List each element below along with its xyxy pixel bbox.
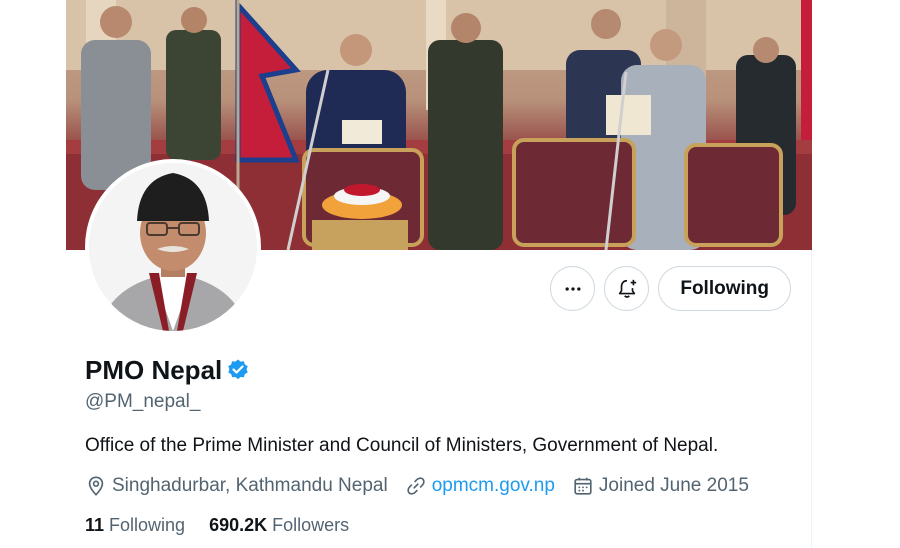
joined-text: Joined June 2015: [598, 475, 749, 496]
location-item: Singhadurbar, Kathmandu Nepal: [85, 473, 388, 499]
followers-count: 690.2K: [209, 515, 268, 535]
display-name: PMO Nepal: [85, 355, 223, 385]
website-link[interactable]: opmcm.gov.np: [432, 473, 555, 499]
notifications-button[interactable]: [604, 266, 650, 311]
joined-item: Joined June 2015: [572, 473, 749, 499]
verified-badge-icon[interactable]: [226, 358, 250, 382]
location-pin-icon: [88, 476, 104, 496]
profile-column: Following PMO Nepal @PM_nepal_ Office of…: [66, 0, 812, 548]
following-stat[interactable]: 11 Following: [85, 513, 185, 537]
following-count: 11: [85, 515, 105, 535]
followers-label: Followers: [272, 515, 350, 535]
following-button[interactable]: Following: [658, 266, 791, 311]
name-row: PMO Nepal: [85, 352, 805, 388]
calendar-icon: [574, 477, 592, 495]
profile-avatar[interactable]: [85, 159, 261, 335]
profile-meta: Singhadurbar, Kathmandu Nepal opmcm.gov.…: [85, 473, 805, 499]
website-item: opmcm.gov.np: [405, 473, 555, 499]
more-button[interactable]: [550, 266, 596, 311]
following-label: Following: [109, 515, 186, 535]
follow-stats: 11 Following 690.2K Followers: [85, 513, 805, 537]
more-horizontal-icon: [565, 286, 581, 291]
avatar-photo: [89, 163, 257, 331]
profile-info: PMO Nepal @PM_nepal_ Office of the Prime…: [85, 352, 805, 537]
location-text: Singhadurbar, Kathmandu Nepal: [112, 475, 388, 496]
profile-actions: Following: [550, 266, 791, 311]
followers-stat[interactable]: 690.2K Followers: [209, 513, 349, 537]
user-handle: @PM_nepal_: [85, 391, 201, 412]
link-icon: [407, 477, 425, 495]
bell-plus-icon: [618, 279, 637, 298]
profile-bio: Office of the Prime Minister and Council…: [85, 435, 719, 456]
